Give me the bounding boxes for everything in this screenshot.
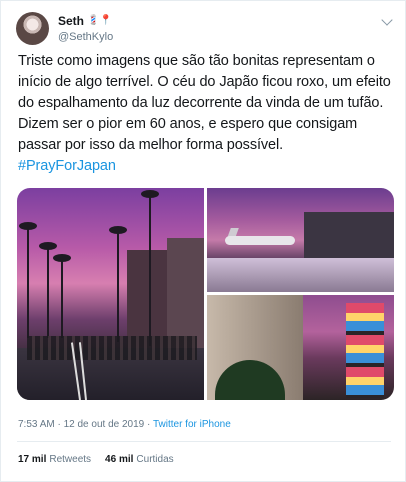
media-image-city[interactable]	[207, 295, 394, 400]
retweets-count: 17 mil	[18, 454, 47, 465]
tweet-header: Seth 💈📍 @SethKylo	[16, 12, 113, 45]
tweet-card: Seth 💈📍 @SethKylo Triste como imagens qu…	[0, 0, 406, 482]
palm-tree	[47, 248, 49, 338]
media-image-airport[interactable]	[207, 188, 394, 292]
hashtag-link[interactable]: #PrayForJapan	[18, 158, 116, 174]
neon-signs	[346, 303, 384, 398]
likes-stat[interactable]: 46 mil Curtidas	[105, 454, 174, 465]
tweet-body: Triste como imagens que são tão bonitas …	[18, 53, 391, 153]
author-name-emojis: 💈📍	[87, 14, 112, 26]
tweet-source[interactable]: Twitter for iPhone	[153, 419, 231, 430]
likes-label: Curtidas	[136, 454, 174, 465]
divider	[17, 441, 391, 442]
meta-separator: ·	[54, 419, 64, 430]
airport-terminal	[304, 212, 394, 262]
airplane	[225, 236, 295, 245]
crowd-silhouette	[27, 336, 197, 360]
likes-count: 46 mil	[105, 454, 134, 465]
meta-separator: ·	[144, 419, 153, 430]
author-names: Seth 💈📍 @SethKylo	[58, 13, 113, 45]
palm-frond	[109, 226, 127, 234]
palm-frond	[39, 242, 57, 250]
media-grid	[17, 188, 394, 400]
tweet-meta: 7:53 AM · 12 de out de 2019 · Twitter fo…	[18, 419, 231, 430]
chevron-down-icon[interactable]	[381, 14, 393, 26]
tweet-date[interactable]: 12 de out de 2019	[64, 419, 145, 430]
palm-tree	[27, 228, 29, 338]
author-avatar[interactable]	[16, 12, 49, 45]
author-name[interactable]: Seth	[58, 13, 84, 29]
palm-tree	[149, 196, 151, 346]
palm-frond	[141, 190, 159, 198]
palm-tree	[117, 232, 119, 342]
tweet-time[interactable]: 7:53 AM	[18, 419, 55, 430]
retweets-label: Retweets	[49, 454, 92, 465]
media-image-street[interactable]	[17, 188, 204, 400]
tweet-text: Triste como imagens que são tão bonitas …	[18, 51, 396, 177]
author-handle[interactable]: @SethKylo	[58, 29, 113, 45]
palm-frond	[19, 222, 37, 230]
palm-frond	[53, 254, 71, 262]
palm-tree	[61, 260, 63, 338]
tweet-stats: 17 mil Retweets 46 mil Curtidas	[18, 454, 174, 465]
author-name-row[interactable]: Seth 💈📍	[58, 13, 113, 29]
airport-tarmac	[207, 258, 394, 292]
retweets-stat[interactable]: 17 mil Retweets	[18, 454, 91, 465]
